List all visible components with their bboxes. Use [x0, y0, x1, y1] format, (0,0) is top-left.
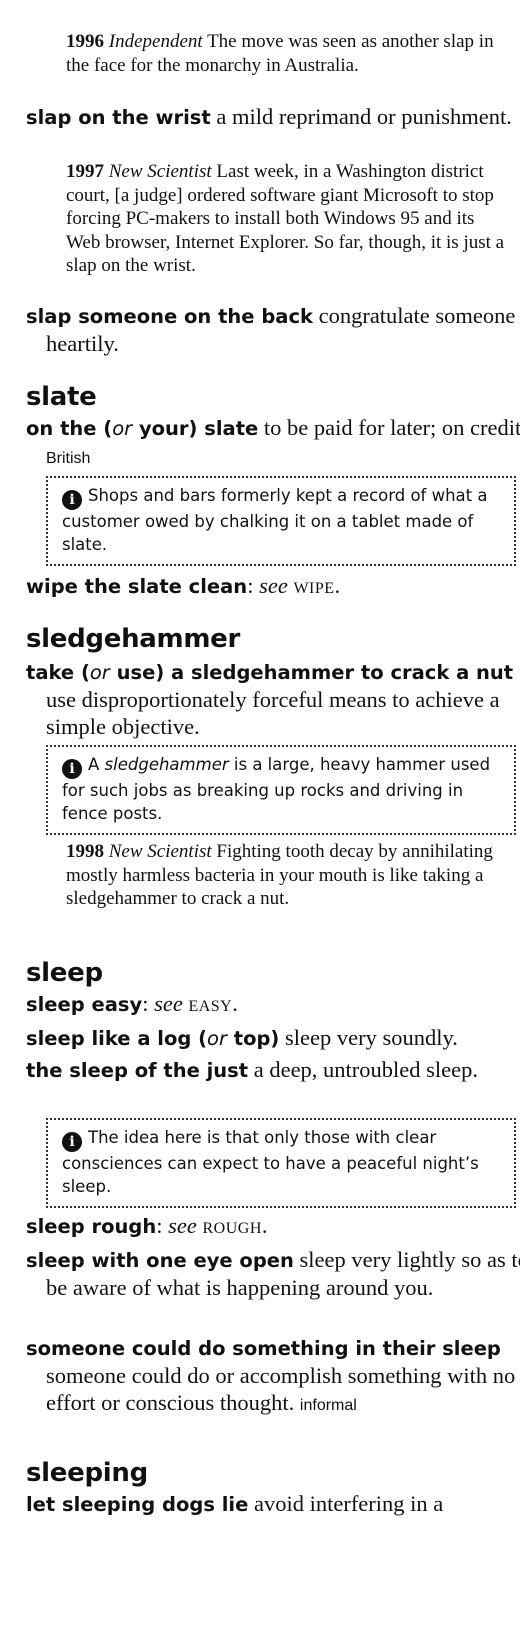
phrase: slap someone on the back	[26, 305, 313, 328]
quote-source: Independent	[108, 31, 203, 52]
entry-sleep-rough: sleep rough: see rough.	[26, 1213, 268, 1238]
definition: someone could do or accomplish some­thin…	[46, 1363, 516, 1415]
phrase: someone could do something in their slee…	[26, 1337, 501, 1360]
cross-reference-target[interactable]: rough.	[202, 1213, 268, 1238]
entry-sledgehammer-to-crack-a-nut: take (or use) a sledgehammer to crack a …	[26, 658, 520, 740]
headword-sleeping: sleeping	[26, 1458, 148, 1488]
phrase: on the (or your) slate	[26, 417, 259, 440]
headword-sledgehammer: sledgehammer	[26, 624, 240, 654]
definition: use disproportionately forceful means to…	[46, 687, 500, 739]
definition: sleep very soundly.	[284, 1025, 458, 1050]
entry-sleep-like-a-log: sleep like a log (or top) sleep very sou…	[26, 1024, 520, 1052]
entry-sleep-with-one-eye-open: sleep with one eye open sleep very light…	[26, 1246, 520, 1301]
cross-reference-see: see	[259, 573, 288, 598]
entry-wipe-the-slate-clean: wipe the slate clean: see wipe.	[26, 573, 341, 598]
definition: avoid interfering in a	[253, 1491, 444, 1516]
quote-source: New Scientist	[108, 841, 212, 862]
cross-reference-target[interactable]: wipe.	[293, 573, 340, 598]
phrase: let sleeping dogs lie	[26, 1493, 249, 1516]
headword-sleep: sleep	[26, 958, 103, 988]
phrase: the sleep of the just	[26, 1059, 249, 1082]
register-label: British	[46, 450, 91, 467]
entry-let-sleeping-dogs-lie: let sleeping dogs lie avoid interfering …	[26, 1490, 520, 1518]
info-note-sleep-of-the-just: i The idea here is that only those with c…	[46, 1118, 516, 1208]
entry-on-the-slate: on the (or your) slate to be paid for la…	[26, 414, 520, 472]
phrase: take (or use) a sledgehammer to crack a …	[26, 661, 514, 684]
entry-do-something-in-their-sleep: someone could do something in their slee…	[26, 1334, 520, 1419]
phrase: sleep easy	[26, 993, 143, 1016]
quotation-1997: 1997 New Scientist Last week, in a Washi…	[66, 160, 508, 278]
phrase: slap on the wrist	[26, 106, 211, 129]
cross-reference-see: see	[168, 1213, 197, 1238]
quote-year: 1996	[66, 31, 104, 52]
entry-slap-on-the-wrist: slap on the wrist a mild reprimand or pu…	[26, 103, 520, 131]
quote-source: New Scientist	[108, 161, 212, 182]
info-icon: i	[62, 759, 82, 779]
info-icon: i	[62, 1132, 82, 1152]
quote-year: 1997	[66, 161, 104, 182]
phrase: sleep with one eye open	[26, 1249, 294, 1272]
info-note-slate: i Shops and bars formerly kept a record o…	[46, 476, 516, 566]
note-term: sledgehammer	[104, 755, 229, 774]
phrase: sleep rough	[26, 1215, 157, 1238]
quote-year: 1998	[66, 841, 104, 862]
definition: to be paid for later; on credit.	[263, 415, 520, 440]
info-note-sledgehammer: iA sledgehammer is a large, heavy hammer…	[46, 745, 516, 835]
entry-slap-someone-on-the-back: slap someone on the back congratulate so…	[26, 302, 520, 357]
definition: a mild reprimand or punishment.	[216, 104, 512, 129]
quotation-1998: 1998 New Scientist Fighting tooth decay …	[66, 840, 508, 911]
register-label: informal	[299, 1397, 357, 1414]
entry-the-sleep-of-the-just: the sleep of the just a deep, untroubled…	[26, 1056, 520, 1084]
note-text: Shops and bars formerly kept a record of…	[62, 486, 488, 554]
cross-reference-see: see	[154, 991, 183, 1016]
cross-reference-target[interactable]: easy.	[188, 991, 238, 1016]
phrase: sleep like a log (or top)	[26, 1027, 280, 1050]
definition: a deep, untroubled sleep.	[253, 1057, 479, 1082]
info-icon: i	[62, 490, 82, 510]
quotation-1996: 1996 Independent The move was seen as an…	[66, 30, 508, 77]
headword-slate: slate	[26, 382, 97, 412]
dictionary-page: 1996 Independent The move was seen as an…	[0, 0, 520, 1630]
entry-sleep-easy: sleep easy: see easy.	[26, 991, 239, 1016]
note-text: The idea here is that only those with cl…	[62, 1128, 479, 1196]
phrase: wipe the slate clean	[26, 575, 248, 598]
